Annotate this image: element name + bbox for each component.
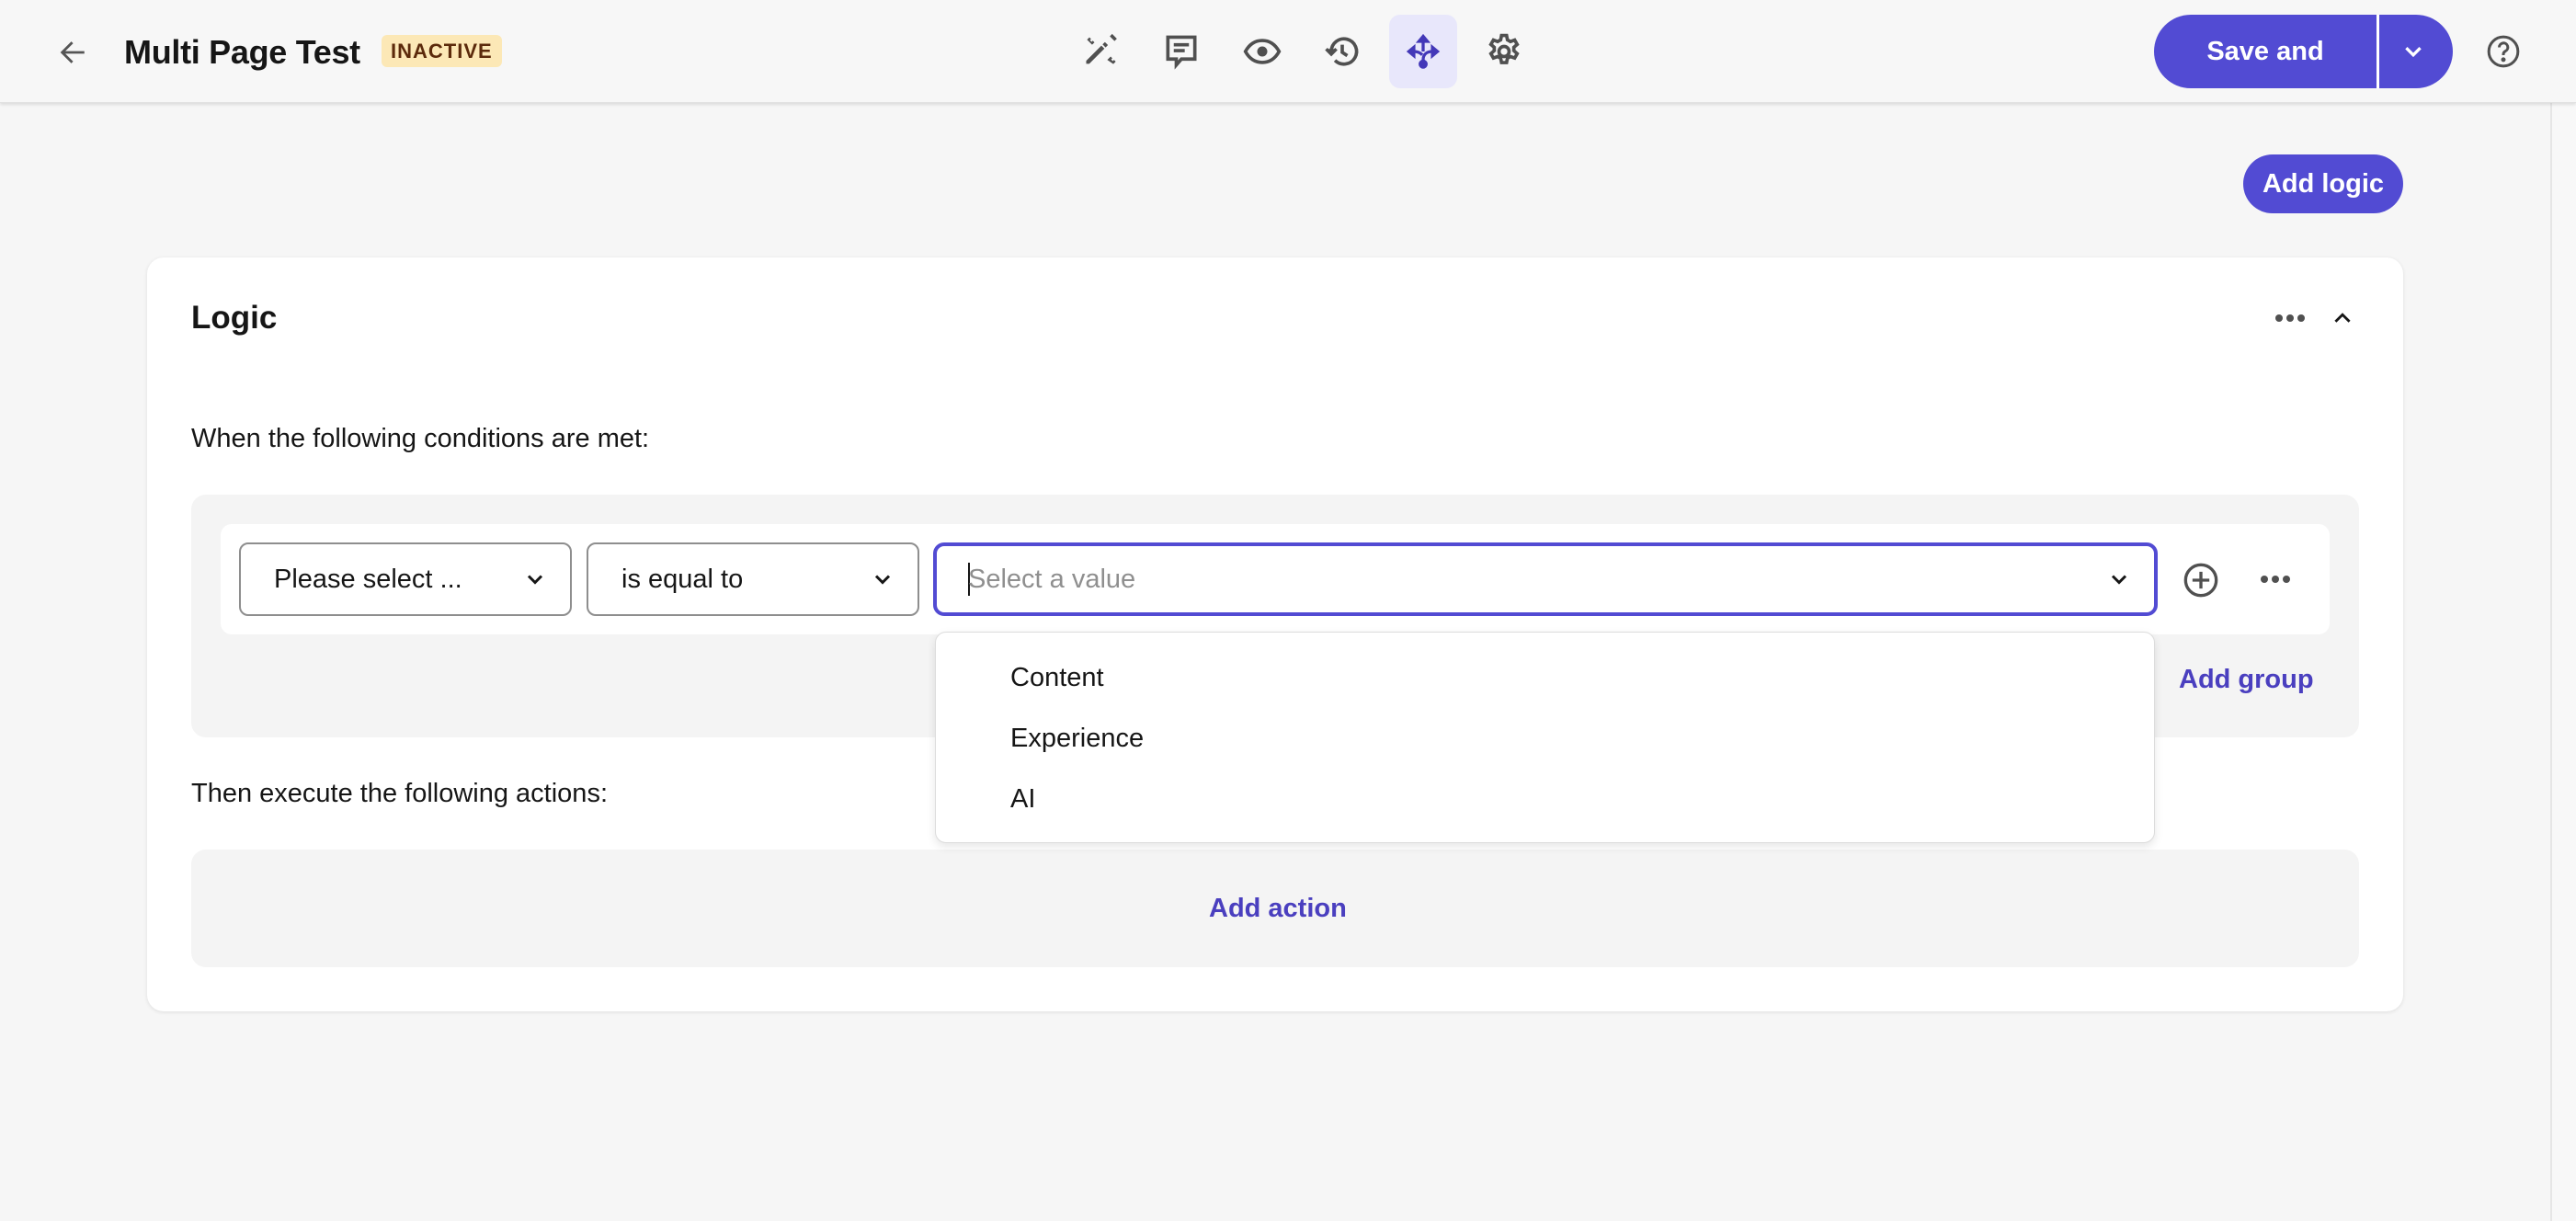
chevron-down-icon	[874, 575, 891, 585]
tool-design[interactable]	[1061, 15, 1142, 88]
field-select[interactable]: Please select ...	[239, 542, 572, 616]
save-options-toggle[interactable]	[2379, 15, 2453, 88]
tool-preview[interactable]	[1222, 15, 1303, 88]
value-select-placeholder: Select a value	[968, 565, 1136, 594]
chevron-down-icon	[2405, 47, 2422, 58]
arrow-left-icon	[60, 41, 85, 63]
collapse-button[interactable]	[2322, 298, 2363, 338]
dropdown-option-ai[interactable]: AI	[936, 769, 2154, 829]
top-bar: Multi Page Test INACTIVE Save and exit	[0, 0, 2576, 103]
condition-row: Please select ... is equal to Select a v…	[221, 524, 2330, 634]
add-group-link[interactable]: Add group	[2179, 664, 2314, 695]
operator-select[interactable]: is equal to	[587, 542, 919, 616]
more-horizontal-icon	[2275, 314, 2305, 322]
dropdown-option-experience[interactable]: Experience	[936, 708, 2154, 769]
field-select-value: Please select ...	[274, 565, 462, 594]
plus-circle-icon	[2183, 563, 2218, 598]
tool-settings[interactable]	[1464, 15, 1544, 88]
logic-branch-icon	[1406, 33, 1441, 69]
preview-eye-icon	[1243, 39, 1282, 64]
status-badge: INACTIVE	[382, 35, 502, 67]
dropdown-option-content[interactable]: Content	[936, 647, 2154, 708]
more-horizontal-icon	[2261, 576, 2290, 583]
value-select-input[interactable]: Select a value	[933, 542, 2158, 616]
actions-group: Add action	[191, 850, 2359, 967]
save-and-exit-button[interactable]: Save and exit	[2154, 15, 2377, 88]
operator-select-value: is equal to	[621, 565, 744, 594]
save-button-group: Save and exit	[2154, 15, 2453, 88]
help-button[interactable]	[2482, 30, 2525, 73]
tool-comments[interactable]	[1141, 15, 1222, 88]
add-logic-button[interactable]: Add logic	[2243, 154, 2403, 213]
chevron-down-icon	[527, 575, 543, 585]
design-tools-icon	[1086, 33, 1117, 64]
scrollbar[interactable]	[2552, 103, 2576, 1221]
card-more-button[interactable]	[2269, 302, 2311, 335]
tool-history[interactable]	[1302, 15, 1383, 88]
value-dropdown-menu: Content Experience AI	[935, 632, 2155, 843]
condition-more-button[interactable]	[2254, 563, 2297, 596]
actions-label: Then execute the following actions:	[191, 779, 608, 808]
conditions-label: When the following conditions are met:	[191, 424, 650, 453]
tool-logic[interactable]	[1389, 15, 1457, 88]
add-action-link[interactable]: Add action	[1209, 893, 1347, 924]
history-icon	[1325, 37, 1359, 66]
settings-gear-icon	[1488, 33, 1520, 64]
help-icon	[2487, 35, 2520, 68]
chevron-up-icon	[2334, 313, 2351, 323]
comment-icon	[1166, 35, 1197, 70]
scrollbar-divider	[2550, 103, 2552, 1221]
back-button[interactable]	[51, 31, 94, 74]
page-title: Multi Page Test	[124, 33, 360, 71]
chevron-down-icon	[2111, 575, 2127, 585]
add-condition-button[interactable]	[2182, 561, 2220, 599]
logic-card-title: Logic	[191, 300, 278, 336]
